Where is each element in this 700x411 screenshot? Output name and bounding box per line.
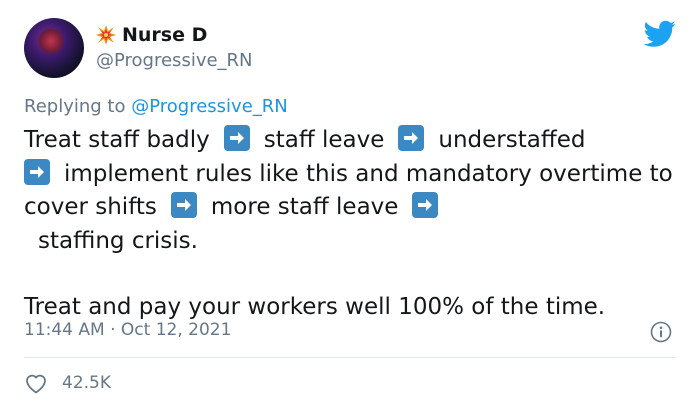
right-arrow-emoji-icon xyxy=(223,125,250,151)
info-icon[interactable] xyxy=(650,321,672,343)
right-arrow-emoji-icon xyxy=(412,192,439,218)
paragraph-1: Treat staff badly staff leave understaffed… xyxy=(24,124,674,258)
author-name-row: Nurse D xyxy=(96,23,207,47)
twitter-logo-icon[interactable] xyxy=(644,20,676,48)
text-segment: more staff leave xyxy=(210,194,399,220)
tweet-card: Nurse D @Progressive_RN Replying to @Pro… xyxy=(0,0,700,411)
replying-prefix: Replying to xyxy=(24,96,126,117)
meta-separator: · xyxy=(110,320,116,340)
tweet-text: Treat staff badly staff leave understaffed… xyxy=(24,124,674,325)
user-handle[interactable]: @Progressive_RN xyxy=(96,50,253,71)
right-arrow-emoji-icon xyxy=(24,158,50,185)
text-segment: staffing crisis. xyxy=(38,227,198,254)
right-arrow-emoji-icon xyxy=(170,192,197,218)
reply-mention-link[interactable]: @Progressive_RN xyxy=(131,96,288,117)
text-segment: Treat staff badly xyxy=(24,127,210,153)
timestamp[interactable]: 11:44 AM · Oct 12, 2021 xyxy=(24,320,231,340)
right-arrow-emoji-icon xyxy=(398,125,425,151)
divider xyxy=(24,357,676,358)
replying-to-line: Replying to @Progressive_RN xyxy=(24,96,288,117)
text-segment: staff leave xyxy=(263,127,385,153)
tweet-time: 11:44 AM xyxy=(24,320,105,340)
like-count: 42.5K xyxy=(62,373,111,393)
heart-icon[interactable] xyxy=(24,372,48,394)
text-segment: understaffed xyxy=(438,127,586,153)
collision-emoji-icon xyxy=(96,25,116,45)
like-action[interactable]: 42.5K xyxy=(24,372,111,394)
avatar[interactable] xyxy=(24,18,84,78)
tweet-date: Oct 12, 2021 xyxy=(120,320,232,340)
display-name[interactable]: Nurse D xyxy=(122,24,207,46)
